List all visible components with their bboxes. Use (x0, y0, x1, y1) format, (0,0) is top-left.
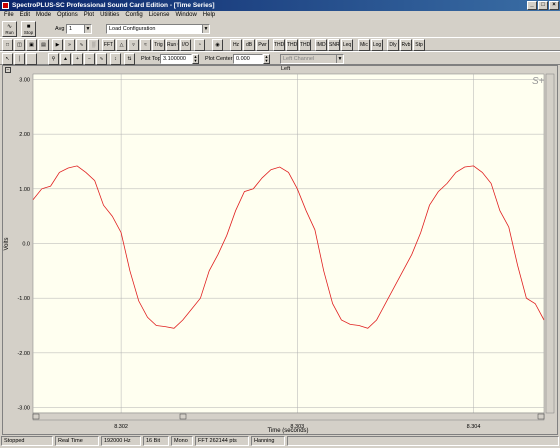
y-tick-label: 3.00 (19, 77, 30, 83)
status-fft-size: FFT 262144 pts (195, 436, 249, 446)
y-tick-label: 1.00 (19, 187, 30, 193)
status-sample-rate: 192000 Hz (101, 436, 141, 446)
status-mode: Real Time (55, 436, 99, 446)
x-axis-label: Time (seconds) (267, 428, 308, 434)
vertical-scrollbar[interactable] (545, 73, 555, 414)
sound-plus-logo: S+ (532, 76, 545, 87)
status-bar: Stopped Real Time 192000 Hz 16 Bit Mono … (0, 435, 560, 448)
y-tick-label: 2.00 (19, 132, 30, 138)
time-series-chart: 3.00 2.00 1.00 0.0 -1.00 -2.00 -3.00 8.302 8.30… (4, 73, 555, 434)
status-blank (287, 436, 559, 446)
y-tick-label: -1.00 (17, 296, 30, 302)
scroll-thumb[interactable] (179, 413, 187, 420)
x-tick-label: 8.302 (114, 424, 128, 430)
y-tick-label: 0.0 (22, 242, 30, 248)
y-tick-label: -3.00 (17, 406, 30, 412)
app-window: SpectroPLUS-SC Professional Sound Card E… (0, 0, 560, 448)
status-bit-depth: 16 Bit (143, 436, 169, 446)
status-channels: Mono (171, 436, 193, 446)
horizontal-scrollbar[interactable] (32, 412, 545, 421)
y-tick-label: -2.00 (17, 351, 30, 357)
scroll-right-button[interactable] (537, 413, 545, 420)
scroll-left-button[interactable] (32, 413, 40, 420)
y-axis-ticks: 3.00 2.00 1.00 0.0 -1.00 -2.00 -3.00 (17, 77, 30, 411)
y-axis-label: Volts (4, 237, 10, 250)
status-window: Hanning (251, 436, 285, 446)
status-run-state: Stopped (1, 436, 53, 446)
x-tick-label: 8.304 (467, 424, 481, 430)
